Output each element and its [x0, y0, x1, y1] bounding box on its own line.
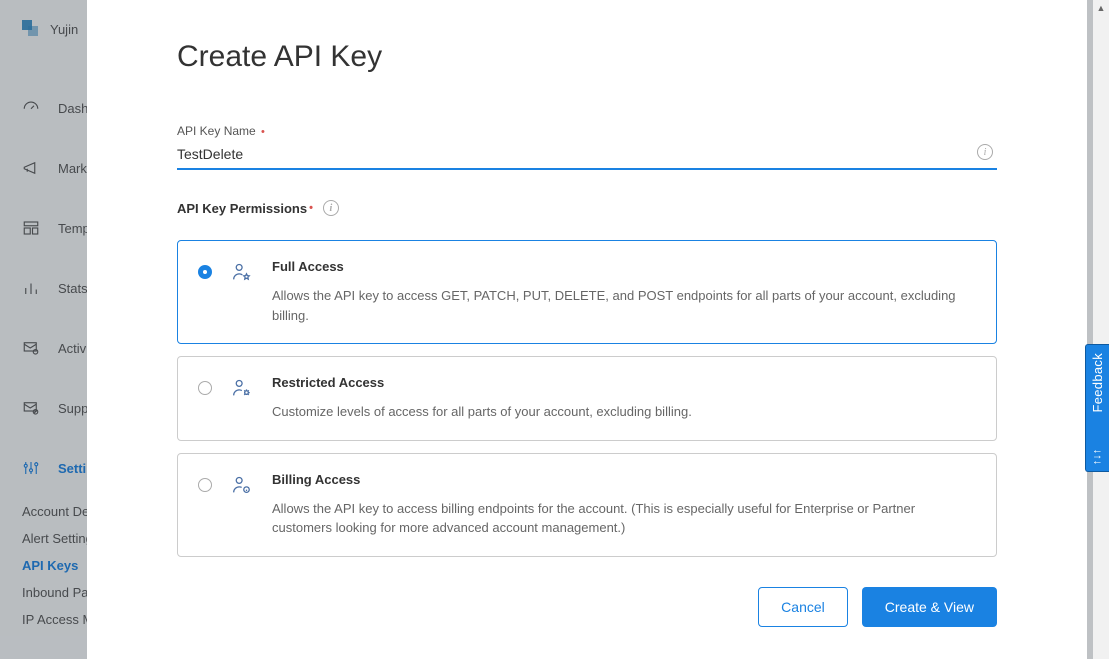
- option-restricted-access[interactable]: Restricted Access Customize levels of ac…: [177, 356, 997, 441]
- create-view-button[interactable]: Create & View: [862, 587, 997, 627]
- radio-input[interactable]: [198, 478, 212, 492]
- info-icon[interactable]: i: [323, 200, 339, 216]
- radio-input[interactable]: [198, 381, 212, 395]
- feedback-label: Feedback: [1090, 353, 1105, 413]
- label-text: API Key Name: [177, 124, 256, 138]
- option-desc: Allows the API key to access GET, PATCH,…: [272, 286, 976, 325]
- permissions-header: API Key Permissions • i: [177, 200, 997, 216]
- info-icon[interactable]: i: [977, 144, 993, 160]
- required-indicator: •: [261, 126, 265, 138]
- option-full-access[interactable]: Full Access Allows the API key to access…: [177, 240, 997, 344]
- option-title: Full Access: [272, 259, 976, 274]
- scroll-up-icon[interactable]: ▲: [1093, 0, 1109, 16]
- user-info-icon: [230, 474, 252, 496]
- scrollbar[interactable]: ▲: [1093, 0, 1109, 659]
- api-key-name-field[interactable]: i: [177, 140, 997, 170]
- option-title: Restricted Access: [272, 375, 976, 390]
- option-desc: Allows the API key to access billing end…: [272, 499, 976, 538]
- api-key-name-input[interactable]: [177, 140, 997, 168]
- user-gear-icon: [230, 377, 252, 399]
- permission-options: Full Access Allows the API key to access…: [177, 240, 997, 557]
- panel-title: Create API Key: [177, 40, 997, 74]
- create-api-key-panel: Create API Key API Key Name • i API Key …: [87, 0, 1087, 659]
- radio-input[interactable]: [198, 265, 212, 279]
- feedback-tab[interactable]: Feedback ↓↑↓: [1085, 344, 1109, 472]
- required-indicator: •: [309, 202, 313, 214]
- permissions-label: API Key Permissions: [177, 201, 307, 216]
- option-title: Billing Access: [272, 472, 976, 487]
- panel-footer: Cancel Create & View: [177, 587, 997, 647]
- sliders-icon: ↓↑↓: [1092, 449, 1104, 466]
- cancel-button[interactable]: Cancel: [758, 587, 848, 627]
- user-star-icon: [230, 261, 252, 283]
- option-billing-access[interactable]: Billing Access Allows the API key to acc…: [177, 453, 997, 557]
- api-key-name-label: API Key Name •: [177, 124, 997, 138]
- option-desc: Customize levels of access for all parts…: [272, 402, 976, 422]
